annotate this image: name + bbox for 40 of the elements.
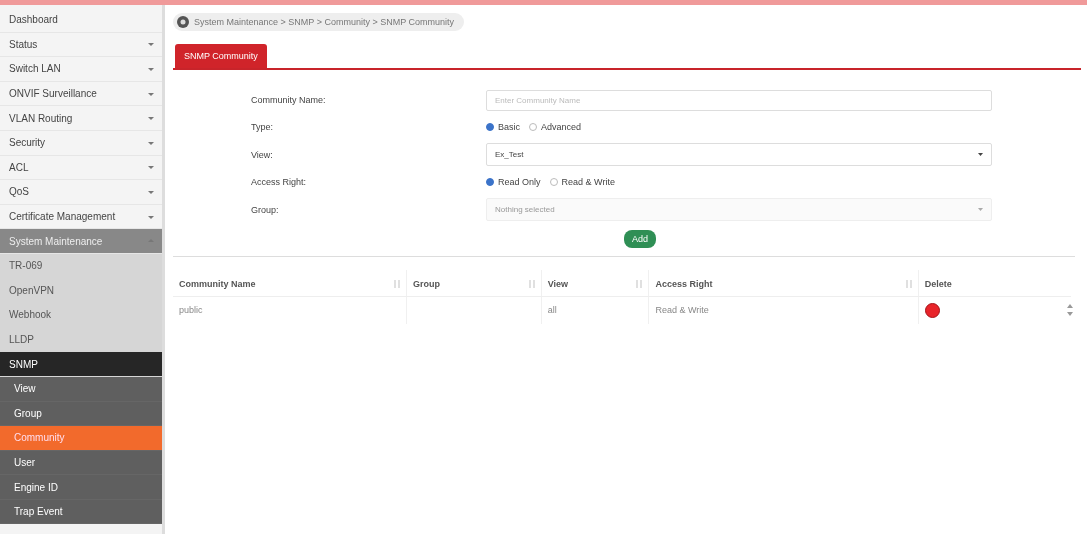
field-label: Access Right: — [251, 177, 308, 188]
radio-option[interactable]: Read & Write — [549, 177, 615, 188]
sidebar-item[interactable]: Engine ID — [0, 475, 162, 500]
sidebar-item[interactable]: LLDP — [0, 327, 162, 353]
sidebar-item[interactable]: OpenVPN — [0, 278, 162, 304]
sidebar-item[interactable]: VLAN Routing — [0, 106, 162, 131]
column-header[interactable]: View — [541, 269, 649, 296]
select-field[interactable]: Ex_Test — [486, 143, 992, 167]
add-button[interactable]: Add — [624, 229, 656, 248]
sidebar-item[interactable]: ACL — [0, 155, 162, 181]
table-cell: all — [541, 296, 649, 324]
sidebar-item[interactable]: View — [0, 376, 162, 402]
sidebar-item[interactable]: User — [0, 450, 162, 476]
sidebar-item[interactable]: Group — [0, 401, 162, 427]
sidebar-item[interactable]: Security — [0, 130, 162, 156]
column-header[interactable]: Group — [406, 269, 542, 296]
sidebar-item[interactable]: ONVIF Surveillance — [0, 81, 162, 107]
sidebar-item[interactable]: Webhook — [0, 303, 162, 328]
sidebar-item[interactable]: SNMP — [0, 352, 162, 377]
sidebar-item[interactable]: TR-069 — [0, 253, 162, 279]
radio-option[interactable]: Basic — [486, 122, 520, 133]
field-label: Type: — [251, 122, 274, 133]
input-field[interactable]: Enter Community Name — [486, 89, 992, 111]
table-cell: Read & Write — [648, 296, 919, 324]
column-header[interactable]: Access Right — [648, 269, 919, 296]
field-label: Community Name: — [251, 94, 327, 105]
column-header[interactable]: Community Name — [173, 269, 407, 296]
breadcrumb-text: System Maintenance > SNMP > Community > SNMP Community — [194, 17, 454, 27]
sidebar-item[interactable]: Dashboard — [0, 8, 162, 33]
field-label: View: — [251, 149, 274, 160]
column-header[interactable]: Delete — [918, 269, 1071, 296]
table-cell: public — [173, 296, 407, 324]
sidebar-item[interactable]: Switch LAN — [0, 57, 162, 82]
radio-option[interactable]: Read Only — [486, 177, 541, 188]
sidebar-item[interactable]: QoS — [0, 180, 162, 205]
radio-option[interactable]: Advanced — [529, 122, 582, 133]
sidebar-item[interactable]: Status — [0, 32, 162, 58]
tab[interactable]: SNMP Community — [175, 44, 267, 68]
sidebar-item[interactable]: Trap Event — [0, 499, 162, 525]
field-label: Group: — [251, 204, 280, 215]
